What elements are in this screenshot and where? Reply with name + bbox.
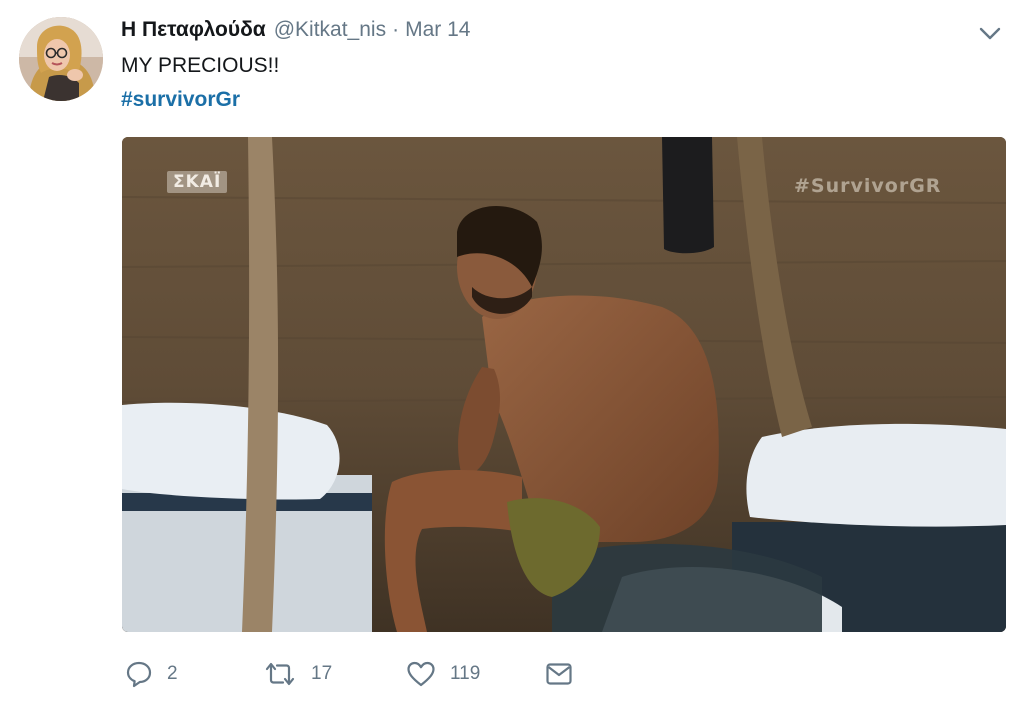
reply-bubble-icon [126, 661, 152, 688]
retweet-count: 17 [311, 663, 333, 684]
tweet-menu-button[interactable] [976, 22, 1004, 44]
envelope-icon [546, 663, 572, 685]
retweet-arrows-icon [265, 662, 295, 686]
like-button[interactable]: 119 [406, 658, 480, 690]
tweet-timestamp[interactable]: Mar 14 [405, 18, 470, 42]
author-handle[interactable]: @Kitkat_nis [274, 18, 386, 42]
avatar[interactable] [19, 17, 103, 101]
like-count: 119 [450, 663, 481, 684]
tweet-actions: 2 17 119 [125, 658, 585, 690]
chevron-down-icon [979, 27, 1001, 40]
retweet-button[interactable]: 17 [263, 658, 332, 690]
hashtag-watermark: #SurvivorGR [794, 175, 942, 197]
reply-button[interactable]: 2 [125, 658, 178, 690]
tweet-card: Η Πεταφλούδα @Kitkat_nis · Mar 14 MY PRE… [0, 0, 1024, 701]
tweet-text: MY PRECIOUS!! [121, 54, 280, 77]
media-image [122, 137, 1006, 632]
direct-message-button[interactable] [545, 658, 573, 690]
avatar-image [19, 17, 103, 101]
hashtag-link[interactable]: #survivorGr [121, 86, 240, 114]
tweet-media[interactable]: ΣΚΑΪ #SurvivorGR [122, 137, 1006, 632]
heart-icon [407, 661, 435, 687]
channel-watermark: ΣΚΑΪ [167, 171, 228, 193]
reply-count: 2 [167, 663, 178, 684]
author-name[interactable]: Η Πεταφλούδα [121, 18, 266, 42]
meta-separator: · [392, 18, 400, 41]
tweet-header: Η Πεταφλούδα @Kitkat_nis · Mar 14 [121, 18, 470, 44]
